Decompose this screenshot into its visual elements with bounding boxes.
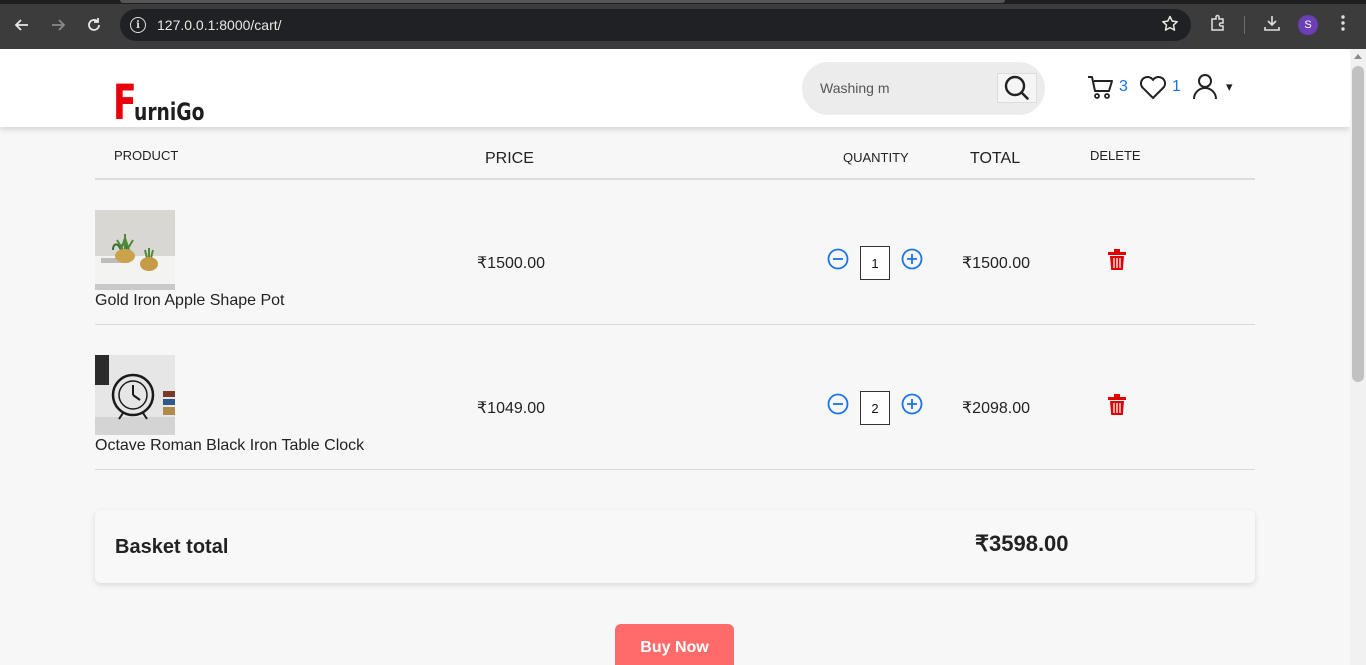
download-icon[interactable] [1263,14,1281,37]
cart-count[interactable]: 3 [1119,78,1128,96]
back-arrow-icon[interactable] [11,14,33,36]
product-name[interactable]: Octave Roman Black Iron Table Clock [95,437,364,455]
delete-button[interactable] [1107,249,1127,271]
product-image-pot[interactable] [95,210,175,290]
minus-circle-icon [827,248,849,270]
user-icon[interactable] [1192,73,1218,106]
header-total: TOTAL [970,150,1021,167]
header-delete: DELETE [1090,148,1141,163]
page-scrollbar[interactable] [1350,49,1366,665]
site-info-icon[interactable]: i [130,17,146,33]
forward-arrow-icon[interactable] [47,14,69,36]
toolbar-divider [1244,16,1245,34]
quantity-input[interactable]: 1 [860,246,890,280]
header-price: PRICE [485,150,534,167]
product-price: ₹1500.00 [477,255,546,272]
url-text[interactable]: 127.0.0.1:8000/cart/ [157,17,282,33]
trash-icon [1108,249,1126,270]
row-total: ₹2098.00 [962,400,1031,417]
header-divider [95,178,1255,180]
row-total: ₹1500.00 [962,255,1031,272]
increase-quantity-button[interactable] [901,248,923,270]
trash-icon [1108,394,1126,415]
wishlist-count[interactable]: 1 [1172,78,1181,96]
search-button[interactable] [997,73,1037,103]
scroll-up-arrow-icon[interactable] [1354,54,1362,59]
delete-button[interactable] [1107,394,1127,416]
plus-circle-icon [901,393,923,415]
increase-quantity-button[interactable] [901,393,923,415]
basket-total-label: Basket total [115,536,229,558]
reload-icon[interactable] [83,14,105,36]
row-divider [95,469,1255,470]
scrollbar-thumb[interactable] [1352,66,1364,382]
logo-wordmark: urniGo [133,98,205,126]
site-header: F urniGo 3 1 ▾ [0,49,1350,127]
product-price: ₹1049.00 [477,400,546,417]
decrease-quantity-button[interactable] [827,393,849,415]
extensions-icon[interactable] [1209,14,1227,37]
decrease-quantity-button[interactable] [827,248,849,270]
search-input[interactable] [820,76,990,100]
profile-avatar[interactable]: S [1298,15,1318,35]
header-product: PRODUCT [114,148,179,163]
heart-icon[interactable] [1138,73,1168,106]
quantity-input[interactable]: 2 [860,391,890,425]
bookmark-star-icon[interactable] [1161,15,1179,38]
account-dropdown-caret[interactable]: ▾ [1226,79,1233,95]
cart-icon[interactable] [1086,73,1114,106]
product-name[interactable]: Gold Iron Apple Shape Pot [95,292,284,310]
kebab-menu-icon[interactable] [1335,14,1351,37]
buy-now-button[interactable]: Buy Now [615,624,734,665]
furnigo-logo[interactable]: F urniGo [113,79,224,127]
tab-strip [0,0,1366,4]
browser-chrome: i 127.0.0.1:8000/cart/ S [0,0,1366,49]
header-quantity: QUANTITY [843,150,909,165]
product-image-clock[interactable] [95,355,175,435]
basket-total-value: ₹3598.00 [975,531,1069,556]
active-tab-indicator [120,0,1005,3]
address-bar[interactable]: i 127.0.0.1:8000/cart/ [120,9,1191,41]
search-icon [1004,75,1029,100]
plus-circle-icon [901,248,923,270]
basket-total-card: Basket total ₹3598.00 [95,510,1255,583]
minus-circle-icon [827,393,849,415]
row-divider [95,324,1255,325]
